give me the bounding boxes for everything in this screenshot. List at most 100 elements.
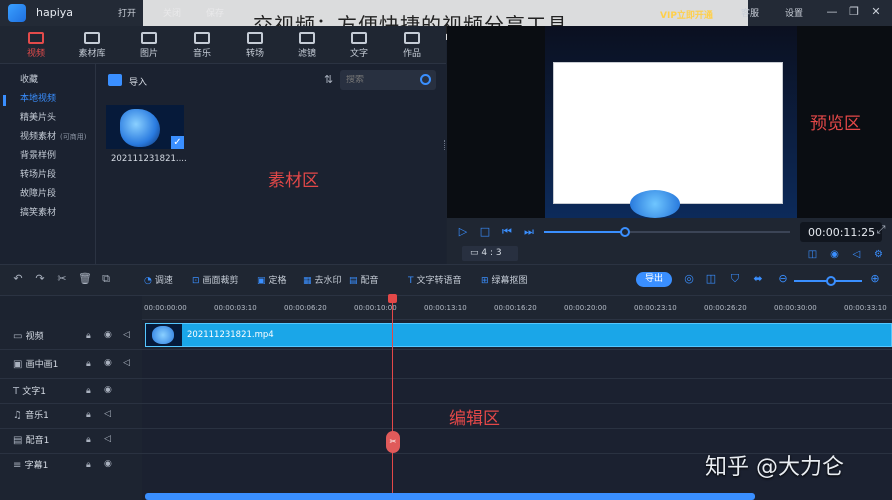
tab-works[interactable]: 作品 [388,26,436,64]
tab-music[interactable]: 音乐 [178,26,226,64]
fullscreen-icon[interactable]: ⤢ [875,224,887,236]
volume-icon[interactable]: ◁ [123,330,130,340]
settings-icon[interactable]: ⚙ [873,249,884,260]
track-dubbing: ▤ 配音1 [13,435,50,446]
library-icon [84,32,100,44]
mirror-icon[interactable]: ◫ [705,273,717,285]
nav-item-video-assets[interactable]: 视频素材 (可商用) [0,128,96,147]
tab-filter[interactable]: 滤镜 [283,26,331,64]
lock-icon[interactable]: 🔒︎ [86,331,91,341]
sort-icon[interactable]: ⇅ [324,74,335,85]
nav-item-favorites[interactable]: 收藏 [0,71,96,90]
nav-item-glitch-clips[interactable]: 故障片段 [0,185,96,204]
vip-button[interactable]: VIP立即开通 [660,8,713,21]
zoom-knob[interactable] [826,276,836,286]
ruler-tick: 00:00:16:20 [494,304,537,312]
lock-icon[interactable]: 🔒︎ [86,359,91,369]
volume-icon[interactable]: ◁ [123,358,130,368]
ruler-tick: 00:00:13:10 [424,304,467,312]
ruler-tick: 00:00:06:20 [284,304,327,312]
zoom-in-icon[interactable]: ⊕ [869,273,881,285]
tab-video[interactable]: 视频 [12,26,60,64]
undo-icon[interactable]: ↶ [12,273,24,285]
eye-icon[interactable]: ◉ [104,330,112,340]
music-note-icon: ♫ [13,410,26,421]
split-icon[interactable]: ⧉ [100,273,112,285]
thumbnail-image [120,109,160,147]
delete-icon[interactable]: 🗑 [78,273,92,285]
stop-icon[interactable]: □ [479,226,491,238]
speed-button[interactable]: ◔ 调速 [144,273,173,286]
playhead-handle[interactable]: ✂ [386,431,400,453]
maximize-icon[interactable]: ❐ [848,6,860,18]
eye-icon[interactable]: ◉ [104,459,112,469]
thumbnail-name: 202111231821.... [111,154,187,164]
menu-open[interactable]: 打开 [118,6,136,19]
nav-item-backgrounds[interactable]: 背景样例 [0,147,96,166]
camera-icon[interactable]: ◉ [829,249,840,260]
ruler-tick: 00:00:20:00 [564,304,607,312]
menu-settings[interactable]: 设置 [785,6,803,19]
track-divider [0,403,892,404]
volume-icon[interactable]: ◁ [104,409,111,419]
ruler-tick: 00:00:30:00 [774,304,817,312]
checkmark-icon[interactable]: ✓ [171,136,184,149]
playhead-marker[interactable] [388,294,397,303]
tts-button[interactable]: T 文字转语音 [408,273,462,286]
mic-icon: ▤ [349,276,358,286]
nav-item-funny-assets[interactable]: 搞笑素材 [0,204,96,223]
progress-knob[interactable] [620,227,630,237]
track-subtitle: ≡ 字幕1 [13,460,49,471]
lock-icon[interactable]: 🔒︎ [86,460,91,470]
redo-icon[interactable]: ↷ [34,273,46,285]
cut-icon[interactable]: ✂ [56,273,68,285]
freeze-button[interactable]: ▣ 定格 [257,273,287,286]
volume-icon[interactable]: ◁ [104,434,111,444]
minimize-icon[interactable]: — [826,6,838,18]
shield-icon[interactable]: ⛉ [729,273,741,285]
eye-icon[interactable]: ◉ [104,358,112,368]
volume-icon[interactable]: ◁ [851,249,862,260]
lock-icon[interactable]: 🔒︎ [86,435,91,445]
nav-item-local-video[interactable]: 本地视频 [0,90,96,109]
screenshot-icon[interactable]: ◫ [807,249,818,260]
watermark-icon: ▦ [303,276,312,286]
tab-transition[interactable]: 转场 [231,26,279,64]
prev-frame-icon[interactable]: ⏮ [501,226,513,238]
search-input[interactable] [346,75,416,85]
crop-button[interactable]: ⊡ 画面裁剪 [192,273,239,286]
menu-service[interactable]: 客服 [741,6,759,19]
eye-icon[interactable]: ◉ [104,385,112,395]
lock-icon[interactable]: 🔒︎ [86,386,91,396]
nav-item-transition-clips[interactable]: 转场片段 [0,166,96,185]
import-button[interactable]: 导入 [129,75,147,88]
record-icon[interactable]: ◎ [683,273,695,285]
remove-watermark-button[interactable]: ▦ 去水印 [303,273,342,286]
app-logo [8,4,26,22]
export-button[interactable]: 导出 [636,272,672,287]
nav-item-intros[interactable]: 精美片头 [0,109,96,128]
tab-text[interactable]: 文字 [335,26,383,64]
tab-image[interactable]: 图片 [125,26,173,64]
lock-icon[interactable]: 🔒︎ [86,410,91,420]
tab-library[interactable]: 素材库 [68,26,116,64]
import-icon[interactable] [108,74,122,86]
search-icon[interactable] [420,74,431,85]
preview-decoration [630,190,680,218]
play-icon[interactable]: ▷ [457,226,469,238]
video-icon [28,32,44,44]
green-screen-icon: ⊞ [481,276,489,286]
fit-icon[interactable]: ⬌ [752,273,764,285]
pip-icon: ▣ [13,359,26,370]
green-screen-button[interactable]: ⊞ 绿幕抠图 [481,273,528,286]
dubbing-button[interactable]: ▤ 配音 [349,273,379,286]
close-icon[interactable]: ✕ [870,6,882,18]
text-icon: T [13,386,23,397]
zoom-out-icon[interactable]: ⊖ [777,273,789,285]
ruler-tick: 00:00:10:00 [354,304,397,312]
next-frame-icon[interactable]: ⏭ [523,226,535,238]
filter-icon [299,32,315,44]
timeline-scrollbar[interactable] [145,493,755,500]
playhead-line [392,300,393,500]
progress-fill [544,231,625,233]
